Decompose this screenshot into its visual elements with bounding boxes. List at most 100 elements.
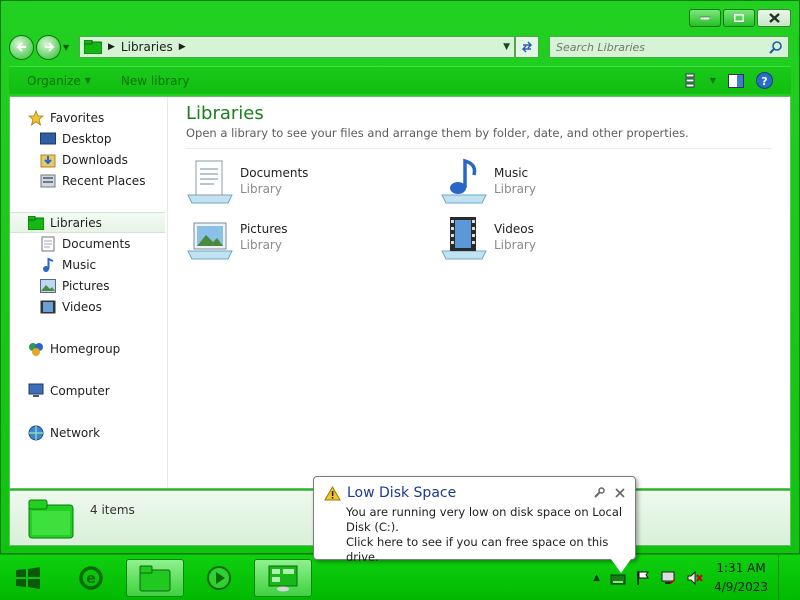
search-input[interactable] [556, 40, 769, 54]
folder-icon [139, 565, 171, 591]
taskbar-control-panel[interactable] [254, 558, 312, 597]
network-tray-icon[interactable] [660, 570, 676, 586]
library-item-documents[interactable]: Documents Library [186, 157, 440, 205]
library-name: Music [494, 166, 529, 180]
taskbar-windows-explorer[interactable] [126, 558, 184, 597]
documents-icon [41, 236, 55, 251]
close-button[interactable] [757, 9, 791, 27]
sidebar-item-favorites[interactable]: Favorites [10, 107, 167, 128]
library-name: Videos [494, 222, 534, 236]
pictures-icon [40, 278, 56, 293]
library-name: Pictures [240, 222, 288, 236]
sidebar-item-downloads[interactable]: Downloads [10, 149, 167, 170]
main-pane: Libraries Open a library to see your fil… [168, 97, 790, 488]
notification-title: Low Disk Space [347, 485, 457, 501]
forward-button[interactable] [36, 34, 61, 60]
refresh-button[interactable] [515, 36, 539, 58]
internet-explorer-icon: e [79, 565, 103, 590]
libraries-grid: Documents Library Music Library Pictures [186, 157, 772, 261]
minimize-icon [700, 16, 710, 20]
view-dropdown-icon[interactable]: ▼ [710, 76, 716, 85]
sidebar-item-libraries[interactable]: Libraries [10, 212, 165, 233]
library-type: Library [494, 238, 536, 252]
explorer-window: ▼ ▶ Libraries ▶ ▼ Organize ▼ New library… [0, 0, 800, 554]
desktop-icon [40, 132, 56, 144]
sidebar-label: Pictures [62, 278, 110, 293]
minimize-button[interactable] [689, 9, 721, 27]
help-icon[interactable]: ? [756, 72, 773, 89]
music-icon [43, 256, 54, 272]
library-type: Library [240, 182, 282, 196]
action-center-flag-icon[interactable] [636, 570, 650, 586]
new-library-button[interactable]: New library [121, 74, 190, 88]
sidebar-item-homegroup[interactable]: Homegroup [10, 338, 167, 359]
wrench-icon[interactable] [593, 487, 605, 499]
clock[interactable]: 1:31 AM 4/9/2023 [714, 559, 768, 597]
sidebar-label: Downloads [62, 152, 128, 167]
recent-pages-dropdown[interactable]: ▼ [63, 43, 73, 52]
library-item-pictures[interactable]: Pictures Library [186, 213, 440, 261]
taskbar-media-player[interactable] [190, 559, 248, 597]
breadcrumb-chevron-icon[interactable]: ▶ [108, 42, 115, 52]
library-item-videos[interactable]: Videos Library [440, 213, 694, 261]
show-desktop-button[interactable] [778, 554, 790, 600]
computer-icon [28, 383, 44, 397]
library-item-music[interactable]: Music Library [440, 157, 694, 205]
notification-action-text[interactable]: Click here to see if you can free space … [346, 535, 625, 565]
sidebar-label: Music [62, 257, 97, 272]
libraries-icon [28, 215, 44, 230]
back-button[interactable] [9, 34, 34, 60]
change-view-icon[interactable] [682, 73, 698, 89]
sidebar-label: Desktop [62, 131, 112, 146]
sidebar-label: Libraries [50, 215, 102, 230]
sidebar-label: Videos [62, 299, 102, 314]
maximize-button[interactable] [723, 9, 755, 27]
search-box[interactable] [549, 36, 789, 58]
new-library-label: New library [120, 73, 190, 88]
sidebar-label: Favorites [50, 110, 105, 125]
breadcrumb-libraries[interactable]: Libraries [121, 40, 173, 54]
start-button[interactable] [0, 555, 56, 600]
page-title: Libraries [186, 103, 264, 124]
downloads-folder-icon [40, 154, 56, 167]
address-dropdown-icon[interactable]: ▼ [503, 42, 510, 52]
address-bar[interactable]: ▶ Libraries ▶ ▼ [79, 36, 515, 58]
sidebar-item-desktop[interactable]: Desktop [10, 128, 167, 149]
library-type: Library [494, 182, 536, 196]
videos-library-icon [441, 217, 487, 260]
organize-menu[interactable]: Organize ▼ [27, 74, 91, 88]
navigation-bar: ▼ ▶ Libraries ▶ ▼ [9, 34, 791, 60]
sidebar-label: Documents [62, 236, 131, 251]
navigation-pane: Favorites Desktop Downloads Recent Place… [10, 97, 168, 488]
item-count: 4 items [90, 503, 135, 517]
recent-places-icon [40, 174, 56, 187]
sidebar-label: Homegroup [50, 341, 121, 356]
search-icon [769, 40, 782, 54]
sidebar-item-recent-places[interactable]: Recent Places [10, 170, 167, 191]
sidebar-item-music[interactable]: Music [10, 254, 167, 275]
page-description: Open a library to see your files and arr… [186, 126, 772, 149]
arrow-left-icon [16, 42, 26, 52]
sidebar-item-computer[interactable]: Computer [10, 380, 167, 401]
view-controls: ▼ ? [682, 72, 773, 89]
videos-icon [40, 300, 56, 313]
network-icon [28, 425, 44, 440]
svg-text:e: e [86, 571, 96, 587]
libraries-large-icon [28, 499, 74, 539]
media-player-icon [207, 565, 231, 590]
volume-muted-icon[interactable] [686, 570, 704, 586]
preview-pane-icon[interactable] [728, 73, 744, 88]
taskbar-internet-explorer[interactable]: e [62, 559, 120, 597]
music-library-icon [441, 158, 487, 204]
sidebar-label: Computer [50, 383, 110, 398]
breadcrumb-chevron-icon[interactable]: ▶ [179, 42, 186, 52]
sidebar-item-pictures[interactable]: Pictures [10, 275, 167, 296]
sidebar-item-network[interactable]: Network [10, 422, 167, 443]
close-notification-icon[interactable] [615, 488, 625, 498]
clock-date: 4/9/2023 [714, 579, 768, 594]
show-hidden-icons-icon[interactable]: ▲ [593, 573, 600, 583]
libraries-folder-icon [84, 40, 102, 54]
sidebar-item-documents[interactable]: Documents [10, 233, 167, 254]
low-disk-space-notification[interactable]: Low Disk Space You are running very low … [313, 476, 636, 573]
sidebar-item-videos[interactable]: Videos [10, 296, 167, 317]
